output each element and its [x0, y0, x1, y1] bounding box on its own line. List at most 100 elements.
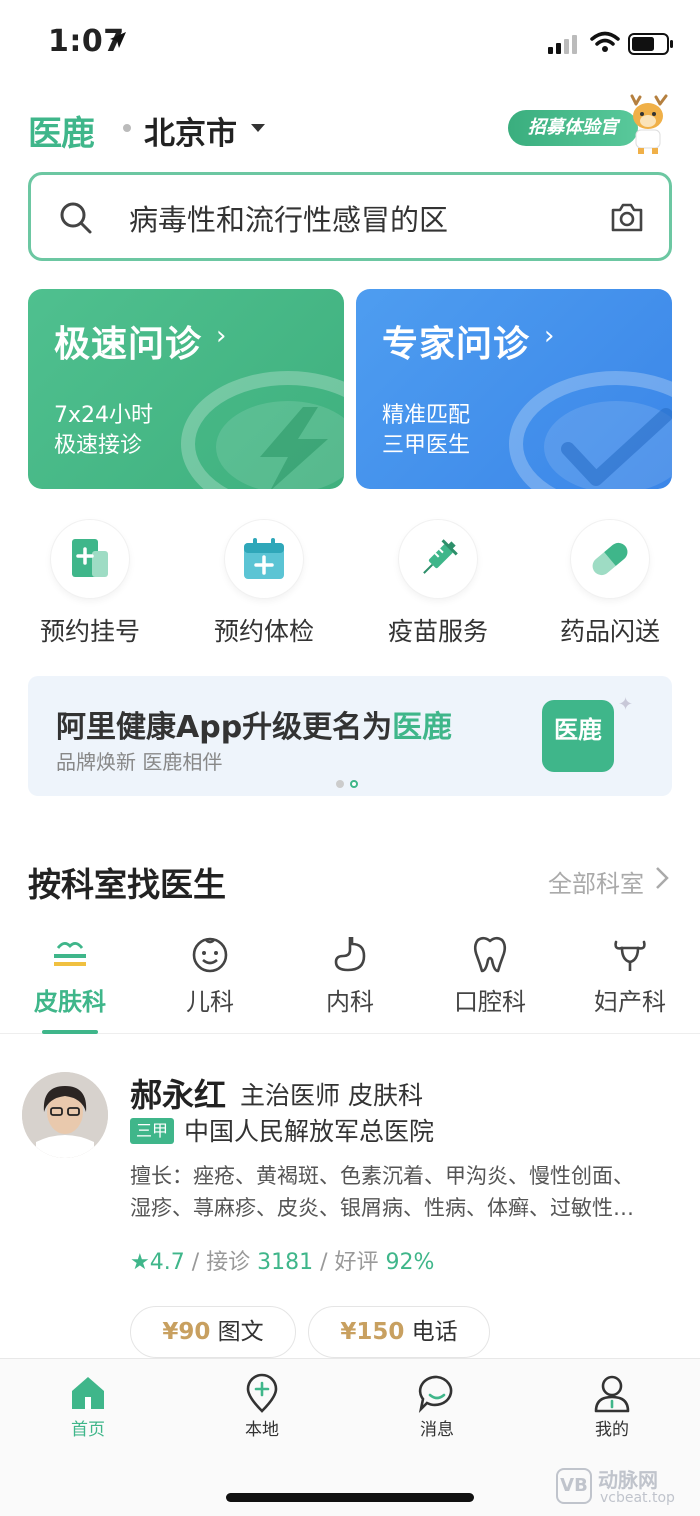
card-subtitle: 三甲医生 — [382, 433, 471, 458]
service-medicine[interactable]: 药品闪送 — [540, 520, 680, 648]
user-icon — [594, 1375, 630, 1413]
price-text-consult-button[interactable]: ¥90 图文 — [130, 1306, 296, 1358]
search-text[interactable]: 病毒性和流行性感冒的区 — [129, 197, 448, 239]
chat-icon — [418, 1375, 453, 1413]
tab-label: 首页 — [71, 1420, 105, 1440]
price-phone-consult-button[interactable]: ¥150 电话 — [308, 1306, 490, 1358]
carousel-dot-active — [350, 780, 358, 788]
service-label: 药品闪送 — [559, 617, 660, 646]
home-indicator — [226, 1493, 474, 1502]
rating-value: 4.7 — [149, 1250, 185, 1275]
active-tab-indicator — [42, 1030, 98, 1034]
section-title: 按科室找医生 — [28, 865, 226, 904]
calendar-plus-icon — [244, 538, 284, 579]
tab-label: 皮肤科 — [34, 988, 106, 1016]
watermark-logo: VB — [556, 1468, 592, 1504]
sparkle-icon: ✦ — [618, 694, 634, 715]
all-departments-link[interactable]: 全部科室 — [548, 864, 644, 899]
chevron-right-icon: › — [216, 321, 227, 351]
avatar — [22, 1072, 108, 1158]
doctor-card[interactable]: 郝永红 主治医师 皮肤科 三甲 中国人民解放军总医院 擅长：痤疮、黄褐斑、色素沉… — [0, 1048, 700, 1368]
service-label: 疫苗服务 — [387, 617, 488, 646]
tab-label: 内科 — [326, 988, 374, 1016]
tab-local[interactable]: 本地 — [202, 1373, 322, 1440]
location-arrow-icon — [110, 32, 126, 48]
service-checkup[interactable]: 预约体检 — [194, 520, 334, 648]
tab-dermatology[interactable]: 皮肤科 — [0, 934, 140, 1017]
app-logo: 医鹿 — [28, 114, 95, 154]
quick-services: 预约挂号 预约体检 疫苗服务 药品闪送 — [0, 520, 700, 650]
watermark-text: 动脉网 — [598, 1468, 658, 1492]
tab-label: 口腔科 — [454, 988, 526, 1016]
baby-face-icon — [192, 937, 228, 973]
doctor-skills: 湿疹、荨麻疹、皮炎、银屑病、性病、体癣、过敏性… — [130, 1196, 634, 1220]
tab-label: 妇产科 — [594, 988, 666, 1016]
watermark: VB 动脉网 vcbeat.top — [556, 1464, 696, 1512]
deer-mascot-icon — [630, 94, 668, 154]
consult-count: 3181 — [257, 1250, 314, 1275]
uterus-icon — [614, 940, 646, 971]
chevron-right-icon[interactable] — [655, 866, 669, 890]
lightning-icon — [181, 371, 344, 489]
card-subtitle: 极速接诊 — [54, 433, 143, 458]
banner-subtitle: 品牌焕新 医鹿相伴 — [56, 750, 223, 774]
tab-pediatrics[interactable]: 儿科 — [140, 934, 280, 1017]
recruit-tester-button[interactable]: 招募体验官 — [508, 94, 672, 154]
price-amount: ¥150 — [340, 1319, 405, 1345]
tab-label: 儿科 — [186, 988, 234, 1016]
price-label: 电话 — [411, 1319, 458, 1345]
tab-home[interactable]: 首页 — [28, 1373, 148, 1440]
service-label: 预约挂号 — [39, 617, 140, 646]
stats-separator: / 好评 — [320, 1250, 379, 1275]
pill-icon — [592, 542, 628, 576]
recruit-label: 招募体验官 — [508, 110, 638, 146]
stats-separator: / 接诊 — [191, 1250, 251, 1275]
hospital-name: 中国人民解放军总医院 — [184, 1117, 435, 1146]
doctor-skills: 擅长：痤疮、黄褐斑、色素沉着、甲沟炎、慢性创面、 — [130, 1164, 634, 1188]
tab-label: 我的 — [595, 1420, 629, 1440]
doctor-title: 主治医师 皮肤科 — [240, 1081, 423, 1110]
expert-consult-card[interactable]: 专家问诊 › 精准匹配 三甲医生 — [356, 289, 672, 489]
caret-down-icon[interactable] — [251, 124, 265, 132]
search-bar[interactable]: 病毒性和流行性感冒的区 — [28, 172, 672, 261]
wifi-icon — [590, 31, 620, 52]
service-vaccine[interactable]: 疫苗服务 — [368, 520, 508, 648]
promo-banner[interactable]: 阿里健康App升级更名为医鹿 品牌焕新 医鹿相伴 医鹿 ✦ — [28, 676, 672, 796]
tab-label: 本地 — [245, 1420, 279, 1440]
star-icon: ★ — [130, 1250, 150, 1275]
search-icon — [60, 202, 92, 234]
doctor-name: 郝永红 — [130, 1076, 227, 1114]
skin-icon — [54, 942, 86, 966]
service-register[interactable]: 预约挂号 — [20, 520, 160, 648]
battery-icon — [628, 33, 673, 55]
stomach-icon — [334, 937, 366, 972]
carousel-dot — [336, 780, 344, 788]
tab-stomatology[interactable]: 口腔科 — [420, 934, 560, 1017]
tab-me[interactable]: 我的 — [552, 1373, 672, 1440]
city-selector[interactable]: 北京市 — [144, 108, 237, 153]
separator-dot — [123, 124, 131, 132]
tooth-icon — [473, 936, 507, 973]
status-bar: 1:07 — [0, 0, 700, 88]
card-subtitle: 精准匹配 — [382, 403, 471, 428]
positive-rate: 92% — [385, 1250, 435, 1275]
location-plus-icon — [246, 1373, 278, 1413]
banner-title: 阿里健康App升级更名为医鹿 — [56, 710, 453, 745]
price-amount: ¥90 — [162, 1319, 211, 1345]
service-label: 预约体检 — [213, 617, 314, 646]
hospital-grade-badge: 三甲 — [130, 1118, 174, 1144]
tab-obstetrics[interactable]: 妇产科 — [560, 934, 700, 1017]
watermark-url: vcbeat.top — [600, 1490, 675, 1506]
card-subtitle: 7x24小时 — [54, 403, 154, 428]
tab-internal-medicine[interactable]: 内科 — [280, 934, 420, 1017]
tab-messages[interactable]: 消息 — [377, 1373, 497, 1440]
price-label: 图文 — [217, 1319, 264, 1345]
carousel-dots — [336, 773, 364, 792]
register-icon — [72, 539, 108, 577]
home-icon — [72, 1377, 104, 1409]
fast-consult-card[interactable]: 极速问诊 › 7x24小时 极速接诊 — [28, 289, 344, 489]
top-header: 医鹿 北京市 招募体验官 — [28, 94, 672, 154]
app-badge: 医鹿 — [542, 700, 614, 772]
checkmark-icon — [509, 371, 672, 489]
camera-icon[interactable] — [609, 201, 645, 233]
